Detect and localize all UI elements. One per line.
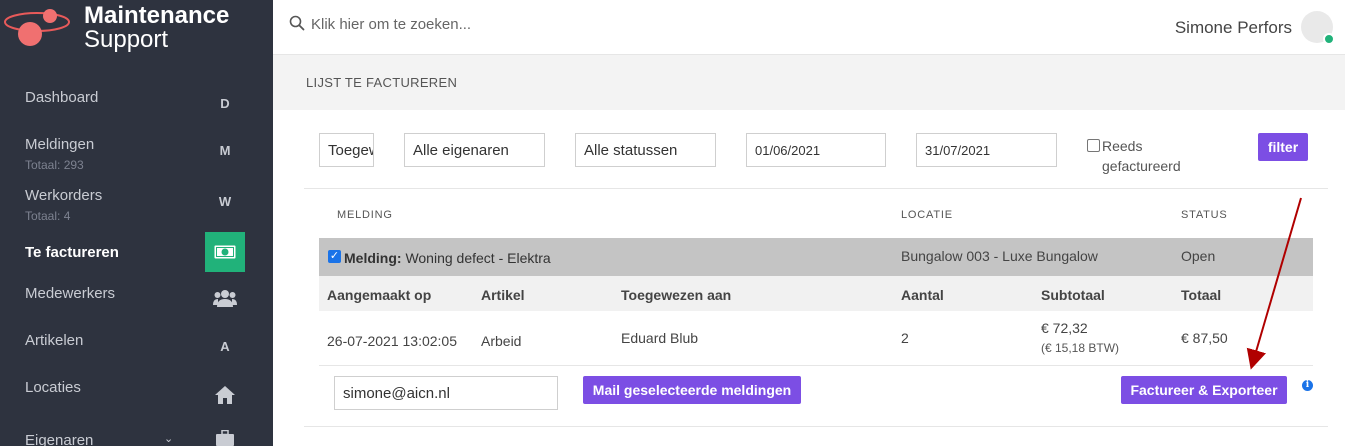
- invoiced-filter[interactable]: Reeds gefactureerd: [1087, 136, 1192, 176]
- column-header-assigned: Toegewezen aan: [621, 287, 732, 303]
- briefcase-icon: [205, 418, 245, 446]
- filter-button[interactable]: filter: [1258, 133, 1308, 161]
- page-heading-band: LIJST TE FACTUREREN: [273, 55, 1345, 110]
- melding-title: Melding: Woning defect - Elektra: [344, 250, 551, 266]
- logo-text-line1: Maintenance: [84, 2, 230, 29]
- sidebar-item-medewerkers[interactable]: Medewerkers: [0, 280, 273, 320]
- column-header-article: Artikel: [481, 287, 525, 303]
- sidebar-item-label: Medewerkers: [25, 285, 116, 302]
- column-header-total: Totaal: [1181, 287, 1222, 303]
- sidebar-item-label: Dashboard: [25, 89, 99, 106]
- sidebar: Maintenance Support Dashboard D Meldinge…: [0, 0, 273, 446]
- app-logo[interactable]: Maintenance Support: [0, 0, 273, 60]
- mail-selected-button[interactable]: Mail geselecteerde meldingen: [583, 376, 801, 404]
- melding-name: Woning defect - Elektra: [405, 250, 551, 266]
- row-vat: (€ 15,18 BTW): [1041, 341, 1120, 355]
- melding-checkbox[interactable]: ✓: [328, 250, 341, 263]
- sidebar-item-te-factureren[interactable]: Te factureren: [0, 232, 273, 272]
- row-amount: 2: [901, 330, 909, 346]
- assigned-filter-select[interactable]: Toegewezen aan: [319, 133, 374, 167]
- top-header: Simone Perfors: [273, 0, 1345, 55]
- column-header-melding[interactable]: MELDING: [337, 209, 393, 221]
- sidebar-item-eigenaren[interactable]: Eigenaren ⌄: [0, 424, 273, 446]
- online-status-dot: [1323, 33, 1335, 45]
- invoiced-label: Reeds gefactureerd: [1102, 138, 1181, 174]
- sidebar-item-label: Te factureren: [25, 244, 119, 261]
- letter-a-icon: A: [220, 338, 230, 354]
- melding-group-row[interactable]: ✓ Melding: Woning defect - Elektra Bunga…: [319, 238, 1313, 276]
- date-from-input[interactable]: 01/06/2021: [746, 133, 886, 167]
- sidebar-item-count: Totaal: 293: [25, 158, 84, 172]
- melding-prefix: Melding:: [344, 250, 402, 266]
- divider: [319, 365, 1313, 366]
- invoiced-checkbox[interactable]: [1087, 139, 1100, 152]
- row-subtotal: € 72,32: [1041, 320, 1088, 336]
- date-to-input[interactable]: 31/07/2021: [916, 133, 1057, 167]
- invoice-export-button[interactable]: Factureer & Exporteer: [1121, 376, 1287, 404]
- row-total: € 87,50: [1181, 330, 1228, 346]
- divider: [304, 426, 1328, 427]
- search-icon: [289, 15, 305, 31]
- letter-m-icon: M: [219, 142, 231, 158]
- avatar[interactable]: [1301, 11, 1335, 45]
- column-header-status[interactable]: STATUS: [1181, 209, 1228, 221]
- sidebar-item-locaties[interactable]: Locaties: [0, 373, 273, 413]
- sidebar-item-dashboard[interactable]: Dashboard D: [0, 80, 273, 125]
- column-header-amount: Aantal: [901, 287, 944, 303]
- logo-mark-icon: [4, 9, 70, 46]
- letter-d-icon: D: [220, 95, 230, 111]
- user-name[interactable]: Simone Perfors: [1175, 18, 1292, 38]
- search-input[interactable]: [311, 12, 711, 36]
- column-header-subtotal: Subtotaal: [1041, 287, 1105, 303]
- email-field[interactable]: simone@aicn.nl: [334, 376, 558, 410]
- melding-location: Bungalow 003 - Luxe Bungalow: [901, 248, 1098, 264]
- sidebar-item-label: Locaties: [25, 379, 81, 396]
- column-header-created: Aangemaakt op: [327, 287, 432, 303]
- divider: [304, 188, 1328, 189]
- sidebar-item-meldingen[interactable]: Meldingen Totaal: 293 M: [0, 130, 273, 175]
- status-filter-select[interactable]: Alle statussen: [575, 133, 716, 167]
- sidebar-item-werkorders[interactable]: Werkorders Totaal: 4 W: [0, 181, 273, 226]
- sidebar-item-count: Totaal: 4: [25, 209, 71, 223]
- sidebar-item-label: Artikelen: [25, 332, 84, 349]
- money-bill-icon: [205, 232, 245, 272]
- owners-filter-select[interactable]: Alle eigenaren: [404, 133, 545, 167]
- page-title: LIJST TE FACTUREREN: [306, 75, 458, 90]
- info-icon[interactable]: i: [1302, 380, 1313, 391]
- chevron-down-icon: ⌄: [164, 433, 174, 445]
- column-header-locatie[interactable]: LOCATIE: [901, 209, 953, 221]
- sidebar-item-artikelen[interactable]: Artikelen A: [0, 326, 273, 366]
- detail-header-row: Aangemaakt op Artikel Toegewezen aan Aan…: [319, 276, 1313, 311]
- melding-status: Open: [1181, 248, 1216, 264]
- row-created: 26-07-2021 13:02:05: [327, 333, 457, 349]
- row-assigned: Eduard Blub: [621, 330, 699, 346]
- sidebar-item-label: Werkorders: [25, 187, 103, 204]
- sidebar-item-label: Meldingen: [25, 136, 95, 153]
- logo-text-line2: Support: [84, 26, 169, 53]
- sidebar-item-label: Eigenaren: [25, 432, 94, 446]
- letter-w-icon: W: [218, 193, 232, 209]
- home-icon: [205, 375, 245, 415]
- row-article: Arbeid: [481, 333, 522, 349]
- users-icon: [205, 278, 245, 318]
